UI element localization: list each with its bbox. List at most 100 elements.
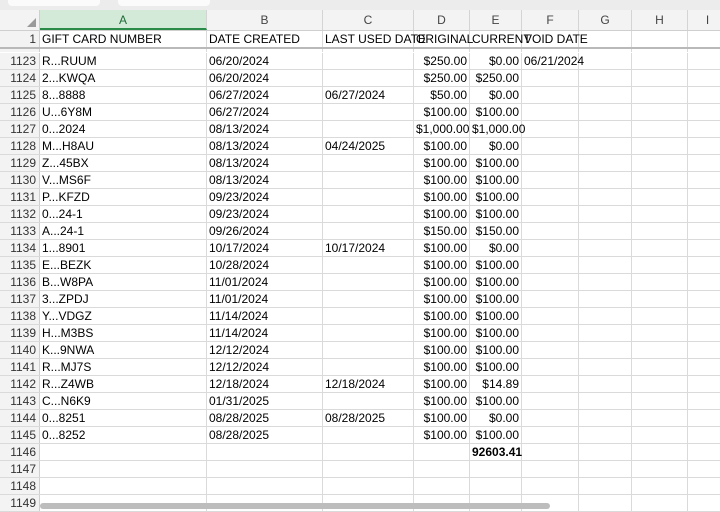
cell-d[interactable]: $250.00 [414,53,470,69]
cell-h[interactable] [632,325,688,341]
cell-g[interactable] [579,444,632,460]
cell-g[interactable] [579,342,632,358]
cell-b[interactable] [207,478,323,494]
cell-f[interactable] [522,444,579,460]
cell-e[interactable]: $100.00 [470,104,522,120]
cell-f[interactable] [522,427,579,443]
cell-e[interactable]: $0.00 [470,87,522,103]
cell-h[interactable] [632,393,688,409]
cell-c[interactable] [323,308,414,324]
cell-c[interactable] [323,274,414,290]
cell-e[interactable]: $100.00 [470,393,522,409]
cell-c[interactable] [323,206,414,222]
cell-b[interactable]: 11/01/2024 [207,291,323,307]
sheet-tab-stub[interactable] [8,0,100,6]
select-all-corner[interactable] [0,10,40,30]
cell-e[interactable]: 92603.41 [470,444,522,460]
row-number[interactable]: 1142 [0,376,40,392]
cell-d[interactable]: $100.00 [414,155,470,171]
cell-e[interactable]: $1,000.00 [470,121,525,137]
cell-i[interactable] [688,206,720,222]
cell-f[interactable] [522,376,579,392]
cell-b[interactable] [207,461,323,477]
cell-b[interactable]: 08/28/2025 [207,410,323,426]
row-number[interactable]: 1129 [0,155,40,171]
cell-c[interactable] [323,291,414,307]
cell-e[interactable]: $100.00 [470,274,522,290]
cell-d[interactable]: $50.00 [414,87,470,103]
cell-f[interactable] [522,291,579,307]
cell-c[interactable] [323,121,414,137]
cell-c[interactable]: 04/24/2025 [323,138,414,154]
cell-c[interactable]: LAST USED DATE [323,31,426,47]
cell-h[interactable] [632,461,688,477]
cell-b[interactable]: DATE CREATED [207,31,323,47]
cell-i[interactable] [688,223,720,239]
cell-d[interactable]: $1,000.00 [414,121,470,137]
cell-i[interactable] [688,478,720,494]
cell-e[interactable]: $150.00 [470,223,522,239]
cell-d[interactable]: $150.00 [414,223,470,239]
cell-b[interactable]: 08/28/2025 [207,427,323,443]
cell-d[interactable]: $100.00 [414,240,470,256]
cell-c[interactable] [323,70,414,86]
cell-d[interactable]: $100.00 [414,138,470,154]
row-number[interactable]: 1139 [0,325,40,341]
cell-b[interactable]: 11/14/2024 [207,325,323,341]
cell-b[interactable]: 06/27/2024 [207,87,323,103]
cell-h[interactable] [632,155,688,171]
cell-c[interactable] [323,223,414,239]
cell-b[interactable]: 09/23/2024 [207,206,323,222]
cell-d[interactable]: $100.00 [414,342,470,358]
cell-c[interactable] [323,155,414,171]
cell-f[interactable] [522,223,579,239]
cell-h[interactable] [632,274,688,290]
row-number[interactable]: 1131 [0,189,40,205]
row-number[interactable]: 1146 [0,444,40,460]
cell-h[interactable] [632,121,688,137]
cell-a[interactable]: C...N6K9 [40,393,207,409]
cell-e[interactable]: $250.00 [470,70,522,86]
cell-i[interactable] [688,359,720,375]
cell-e[interactable]: $100.00 [470,291,522,307]
cell-c[interactable] [323,342,414,358]
cell-a[interactable]: V...MS6F [40,172,207,188]
cell-b[interactable]: 11/01/2024 [207,274,323,290]
cell-e[interactable]: $100.00 [470,189,522,205]
cell-i[interactable] [688,70,720,86]
cell-g[interactable] [579,87,632,103]
sheet-tab-stub[interactable] [118,0,210,6]
cell-b[interactable]: 08/13/2024 [207,138,323,154]
cell-b[interactable]: 12/12/2024 [207,359,323,375]
column-header-a[interactable]: A [40,10,207,30]
cell-c[interactable] [323,444,414,460]
cell-g[interactable] [579,325,632,341]
row-number[interactable]: 1128 [0,138,40,154]
cell-i[interactable] [688,155,720,171]
cell-e[interactable]: $100.00 [470,359,522,375]
cell-f[interactable] [522,138,579,154]
cell-d[interactable]: ORIGINAL [414,31,473,47]
row-number[interactable]: 1124 [0,70,40,86]
cell-d[interactable] [414,461,470,477]
cell-i[interactable] [688,308,720,324]
cell-c[interactable]: 08/28/2025 [323,410,414,426]
cell-c[interactable]: 10/17/2024 [323,240,414,256]
cell-g[interactable] [579,70,632,86]
cell-g[interactable] [579,376,632,392]
cell-a[interactable]: M...H8AU [40,138,207,154]
cell-g[interactable] [579,393,632,409]
cell-g[interactable] [579,31,632,47]
column-header-e[interactable]: E [470,10,522,30]
cell-b[interactable]: 09/23/2024 [207,189,323,205]
row-number[interactable]: 1135 [0,257,40,273]
row-number[interactable]: 1 [0,31,40,47]
row-number[interactable]: 1140 [0,342,40,358]
cell-b[interactable]: 06/20/2024 [207,53,323,69]
row-number[interactable]: 1143 [0,393,40,409]
cell-d[interactable]: $100.00 [414,291,470,307]
cell-d[interactable]: $100.00 [414,359,470,375]
cell-b[interactable]: 09/26/2024 [207,223,323,239]
cell-b[interactable]: 06/27/2024 [207,104,323,120]
cell-e[interactable] [470,478,522,494]
